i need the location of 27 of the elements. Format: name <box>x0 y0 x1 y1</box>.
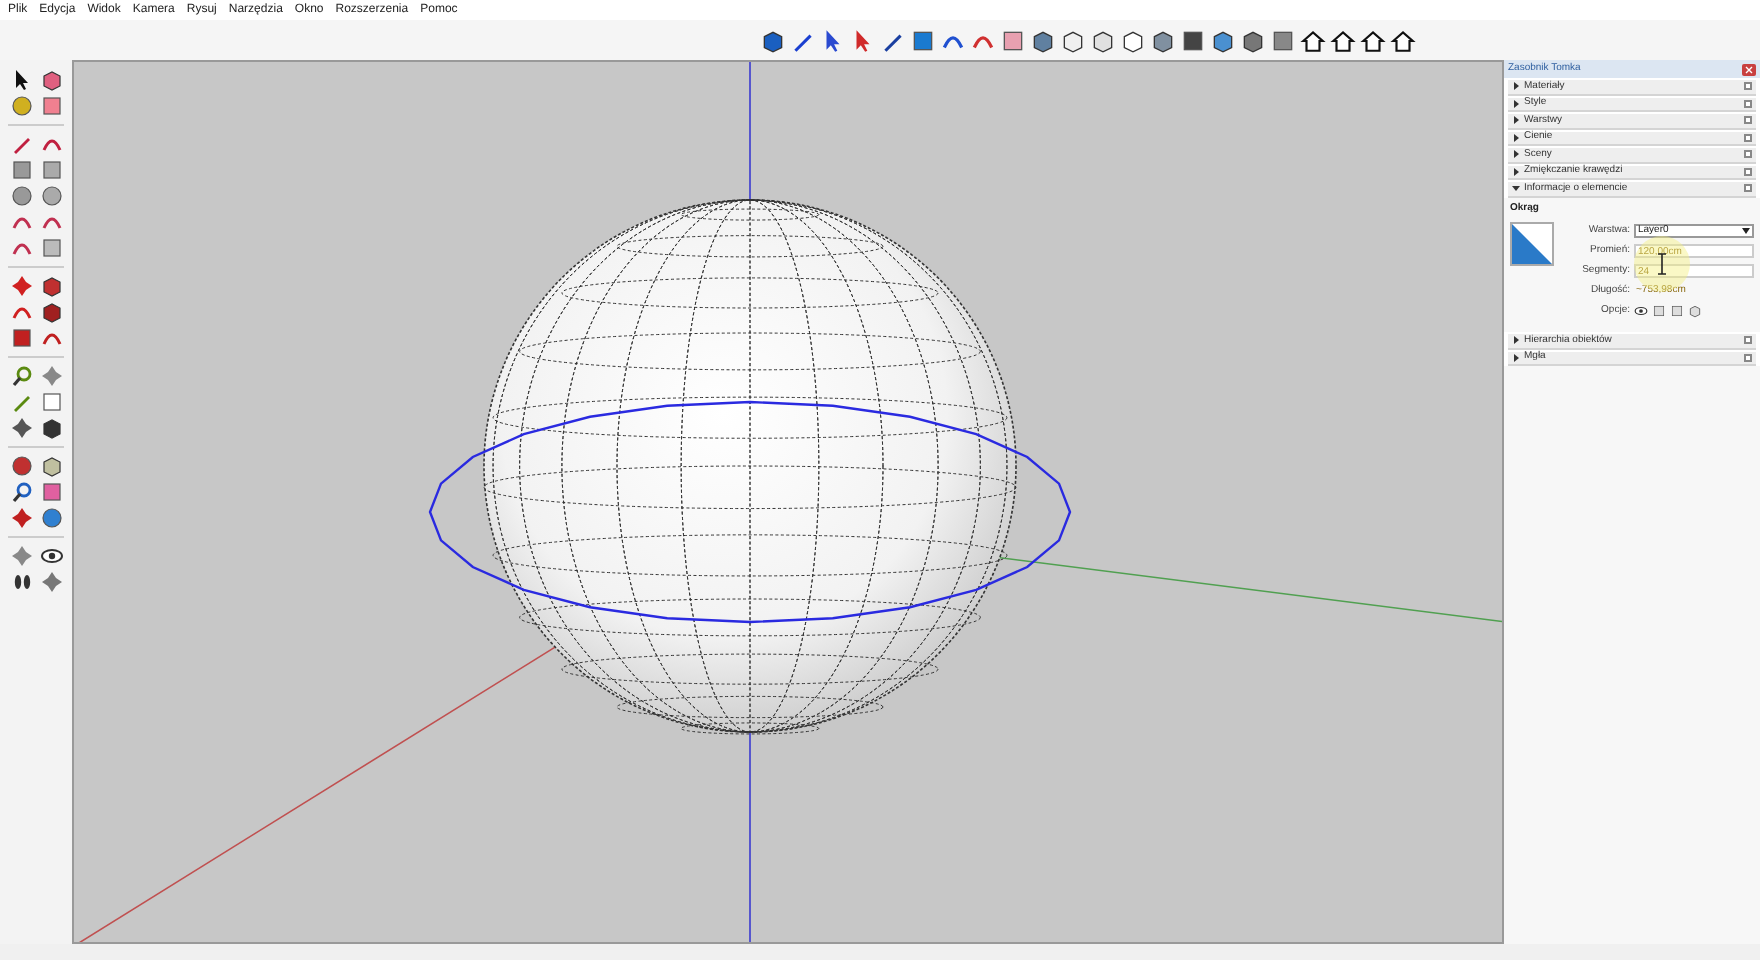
square-icon[interactable] <box>1270 27 1296 53</box>
circle-icon[interactable] <box>9 454 33 478</box>
house-icon[interactable] <box>1330 27 1356 53</box>
circle-icon[interactable] <box>9 94 33 118</box>
magnifier-icon[interactable] <box>9 480 33 504</box>
circle-icon[interactable] <box>39 506 63 530</box>
house-icon[interactable] <box>1390 27 1416 53</box>
square-icon[interactable] <box>39 158 63 182</box>
house-icon[interactable] <box>1300 27 1326 53</box>
footprints-icon[interactable] <box>9 570 33 594</box>
square-icon[interactable] <box>1000 27 1026 53</box>
square-icon[interactable] <box>39 94 63 118</box>
close-icon[interactable] <box>1742 63 1756 75</box>
square-icon[interactable] <box>9 158 33 182</box>
square-icon[interactable] <box>9 326 33 350</box>
house-icon[interactable] <box>1360 27 1386 53</box>
circle-icon[interactable] <box>39 184 63 208</box>
magnifier-icon[interactable] <box>9 364 33 388</box>
circle-icon[interactable] <box>9 184 33 208</box>
eye-icon[interactable] <box>1634 304 1648 318</box>
cursor-highlight <box>1634 236 1690 292</box>
square-icon[interactable] <box>1180 27 1206 53</box>
material-swatch[interactable] <box>1510 222 1554 266</box>
square-icon[interactable] <box>910 27 936 53</box>
caret-icon <box>1742 228 1750 234</box>
square-icon[interactable] <box>39 480 63 504</box>
eye-icon[interactable] <box>39 544 63 568</box>
